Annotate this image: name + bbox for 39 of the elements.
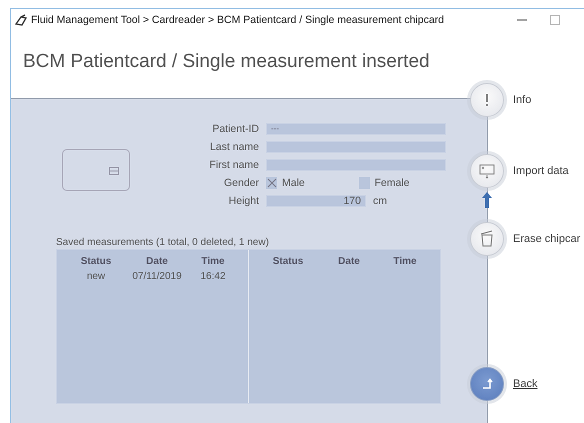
table-cell-text: 07/11/2019: [131, 271, 183, 282]
column-header: Time: [392, 256, 418, 267]
page-heading: BCM Patientcard / Single measurement inserted: [23, 51, 431, 74]
field-label: Patient-ID: [211, 123, 259, 135]
exclamation-icon: [485, 94, 489, 106]
info-button[interactable]: [470, 83, 504, 117]
option-label: Male: [282, 177, 306, 189]
option-label: Female: [374, 177, 411, 189]
chip-icon: [109, 167, 119, 175]
table-cell-text: 16:42: [199, 271, 227, 282]
input-field[interactable]: [266, 141, 446, 153]
erase-button[interactable]: [470, 222, 504, 256]
column-header: Date: [337, 256, 361, 267]
action-label[interactable]: Import data: [513, 165, 569, 177]
checkbox[interactable]: [358, 177, 370, 189]
field-label: Gender: [222, 177, 259, 189]
action-label[interactable]: Info: [513, 94, 532, 106]
height-field[interactable]: 170: [266, 195, 366, 207]
field-label: Last name: [208, 141, 259, 153]
column-header: Time: [200, 256, 226, 267]
section-caption: Saved measurements (1 total, 0 deleted, 1 new): [56, 237, 270, 248]
maximize-icon[interactable]: [550, 15, 560, 25]
app-logo-icon: [15, 14, 27, 26]
unit-label: cm: [373, 195, 387, 207]
column-header: Date: [145, 256, 169, 267]
window-title: Fluid Management Tool > Cardreader > BCM Patientcard / Single measurement chipcard: [31, 14, 446, 26]
checkbox[interactable]: [266, 177, 277, 189]
action-label[interactable]: Erase chipcar: [513, 233, 580, 245]
back-button[interactable]: [470, 367, 504, 401]
field-label: Height: [228, 195, 259, 207]
table-cell-text: new: [86, 271, 106, 282]
field-label: First name: [208, 159, 259, 171]
column-header: Status: [80, 256, 112, 267]
column-header: Status: [272, 256, 304, 267]
back-link[interactable]: Back: [513, 378, 538, 390]
input-field[interactable]: [266, 159, 446, 171]
up-arrow-icon: [482, 192, 492, 208]
cross-icon: [266, 178, 276, 188]
import-button[interactable]: [470, 154, 504, 188]
